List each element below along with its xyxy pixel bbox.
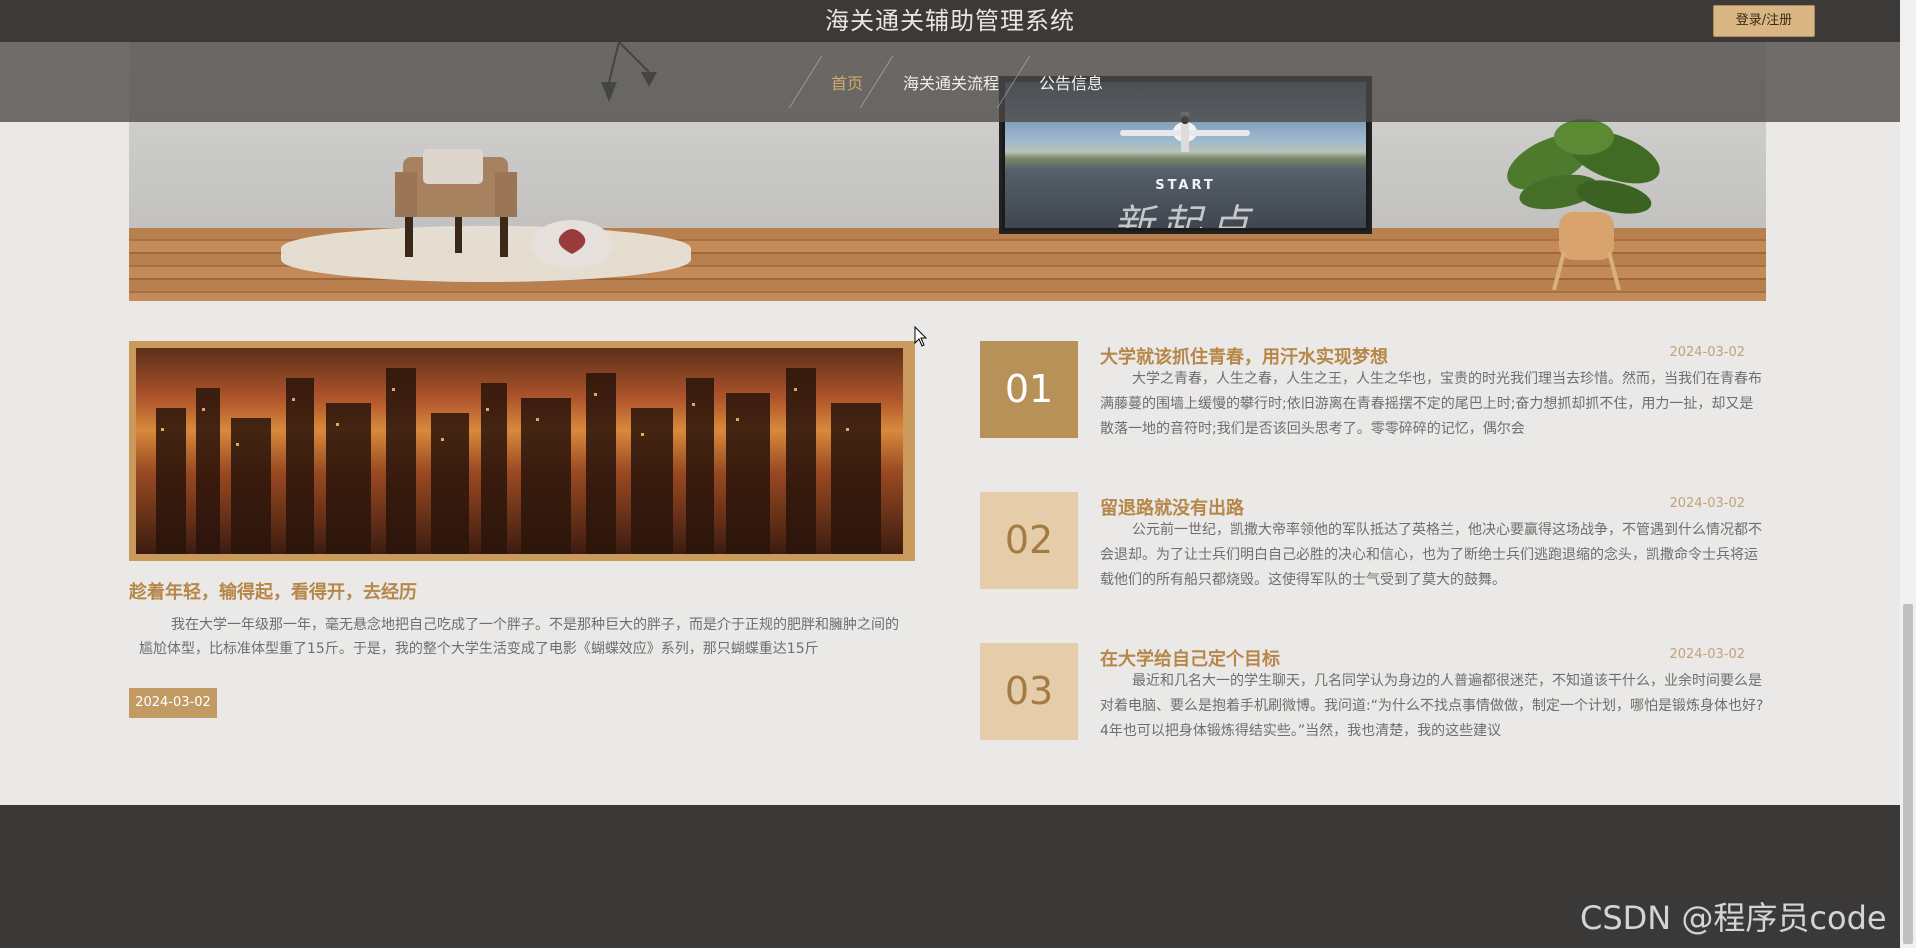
news-item[interactable]: 01 大学就该抓住青春，用汗水实现梦想 2024-03-02 大学之青春，人生之…: [980, 341, 1765, 439]
tv-start-text: START: [1155, 178, 1216, 193]
news-title[interactable]: 大学就该抓住青春，用汗水实现梦想: [1100, 343, 1388, 369]
news-date: 2024-03-02: [1669, 496, 1745, 511]
news-excerpt: 公元前一世纪，凯撒大帝率领他的军队抵达了英格兰，他决心要赢得这场战争，不管遇到什…: [1100, 522, 1762, 588]
city-night-image: [136, 348, 903, 554]
news-date: 2024-03-02: [1669, 345, 1745, 360]
pillow-illustration: [532, 220, 612, 268]
news-number-badge: 01: [980, 341, 1078, 438]
news-excerpt: 大学之青春，人生之春，人生之王，人生之华也，宝贵的时光我们理当去珍惜。然而，当我…: [1100, 371, 1762, 437]
nav-item-home[interactable]: 首页: [831, 70, 863, 94]
potted-plant-illustration: [1507, 119, 1660, 291]
nav-divider: [859, 56, 894, 108]
tv-slogan-text: 新起点: [1113, 202, 1258, 228]
city-skyline-illustration: [156, 368, 881, 554]
top-bar: 海关通关辅助管理系统 登录/注册: [0, 0, 1900, 42]
featured-article-title[interactable]: 趁着年轻，输得起，看得开，去经历: [129, 578, 417, 604]
featured-article-excerpt: 我在大学一年级那一年，毫无悬念地把自己吃成了一个胖子。不是那种巨大的胖子，而是介…: [139, 617, 899, 657]
news-number-badge: 03: [980, 643, 1078, 740]
news-item[interactable]: 03 在大学给自己定个目标 2024-03-02 最近和几名大一的学生聊天，几名…: [980, 643, 1765, 741]
nav-item-customs-process[interactable]: 海关通关流程: [903, 70, 999, 94]
armchair-illustration: [395, 149, 517, 257]
csdn-watermark: CSDN @程序员code: [1580, 899, 1887, 937]
featured-image[interactable]: [129, 341, 915, 561]
main-nav: 首页 海关通关流程 公告信息: [0, 42, 1900, 122]
nav-divider: [996, 56, 1031, 108]
news-date: 2024-03-02: [1669, 647, 1745, 662]
news-excerpt: 最近和几名大一的学生聊天，几名同学认为身边的人普遍都很迷茫，不知道该干什么，业余…: [1100, 673, 1764, 739]
news-title[interactable]: 在大学给自己定个目标: [1100, 645, 1280, 671]
featured-article-date: 2024-03-02: [129, 688, 217, 718]
news-number-badge: 02: [980, 492, 1078, 589]
login-register-button[interactable]: 登录/注册: [1713, 5, 1815, 37]
news-item[interactable]: 02 留退路就没有出路 2024-03-02 公元前一世纪，凯撒大帝率领他的军队…: [980, 492, 1765, 590]
scrollbar-thumb[interactable]: [1903, 604, 1913, 944]
nav-divider: [788, 56, 823, 108]
mouse-cursor-icon: [914, 326, 928, 347]
nav-item-announcements[interactable]: 公告信息: [1039, 70, 1103, 94]
news-title[interactable]: 留退路就没有出路: [1100, 494, 1244, 520]
site-title: 海关通关辅助管理系统: [825, 7, 1075, 35]
